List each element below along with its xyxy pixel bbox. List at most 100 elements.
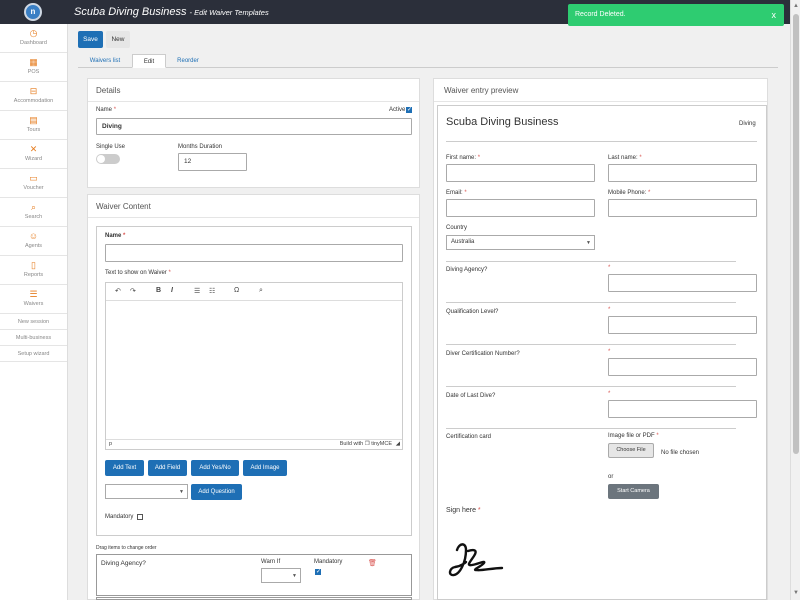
sidebar-item-setup-wizard[interactable]: Setup wizard	[0, 346, 67, 362]
sidebar-item-label: Dashboard	[20, 40, 47, 46]
tab-bar: Waivers list Edit Reorder	[78, 54, 778, 68]
sidebar-item-pos[interactable]: ▦ POS	[0, 53, 67, 82]
bold-icon[interactable]: B	[156, 287, 161, 294]
mandatory-checkbox[interactable]	[137, 514, 143, 520]
warn-if-label: Warn If	[261, 559, 281, 565]
preview-title: Waiver entry preview	[444, 86, 519, 95]
search-replace-icon[interactable]: ⌕	[259, 287, 263, 295]
months-duration-label: Months Duration	[178, 144, 223, 150]
months-duration-field[interactable]: 12	[178, 153, 247, 171]
signature-pad[interactable]	[446, 538, 510, 586]
first-name-field[interactable]	[446, 164, 595, 182]
undo-icon[interactable]: ↶	[115, 287, 121, 295]
tab-reorder[interactable]: Reorder	[166, 54, 210, 68]
diving-agency-field[interactable]	[608, 274, 757, 292]
email-field[interactable]	[446, 199, 595, 217]
pos-icon: ▦	[29, 57, 38, 67]
editor-path: p	[109, 441, 113, 447]
sidebar-item-label: Search	[24, 214, 43, 220]
sidebar-item-accommodation[interactable]: ⊟ Accommodation	[0, 82, 67, 111]
search-icon: ⌕	[30, 202, 37, 212]
sidebar-item-new-session[interactable]: New session	[0, 314, 67, 330]
choose-file-button[interactable]: Choose File	[608, 443, 654, 458]
sidebar-item-label: Waivers	[23, 301, 44, 307]
active-checkbox[interactable]	[406, 106, 412, 113]
sidebar-item-label: Wizard	[24, 156, 43, 162]
certification-card-label: Certification card	[446, 434, 492, 440]
scroll-down-icon[interactable]: ▼	[793, 590, 799, 596]
sidebar-item-dashboard[interactable]: ◷ Dashboard	[0, 24, 67, 53]
waivers-icon: ☰	[29, 289, 38, 299]
sidebar-item-reports[interactable]: ▯ Reports	[0, 256, 67, 285]
first-name-label: First name: *	[446, 155, 481, 161]
certification-number-field[interactable]	[608, 358, 757, 376]
start-camera-button[interactable]: Start Camera	[608, 484, 659, 499]
numbered-list-icon[interactable]: ☷	[209, 287, 215, 295]
sidebar: ◷ Dashboard ▦ POS ⊟ Accommodation ▤ Tours ✕ W…	[0, 24, 68, 600]
sidebar-item-multi-business[interactable]: Multi-business	[0, 330, 67, 346]
save-button[interactable]: Save	[78, 31, 103, 48]
add-image-button[interactable]: Add Image	[243, 460, 287, 476]
sidebar-item-label: Tours	[26, 127, 41, 133]
preview-template-name: Diving	[739, 121, 756, 127]
qualification-level-field[interactable]	[608, 316, 757, 334]
email-label: Email: *	[446, 190, 467, 196]
sidebar-item-agents[interactable]: ☺ Agents	[0, 227, 67, 256]
page-scrollbar[interactable]: ▲ ▼	[790, 0, 800, 600]
delete-icon[interactable]: 🗑	[368, 559, 377, 567]
sidebar-item-tours[interactable]: ▤ Tours	[0, 111, 67, 140]
page-title: Scuba Diving Business - Edit Waiver Templ…	[74, 6, 269, 18]
sidebar-item-waivers[interactable]: ☰ Waivers	[0, 285, 67, 314]
question-last-dive-date: Date of Last Dive?	[446, 393, 496, 399]
country-select[interactable]: Australia ▼	[446, 235, 595, 250]
question-diving-agency: Diving Agency?	[446, 267, 488, 273]
item-mandatory-checkbox[interactable]	[315, 568, 321, 575]
warn-if-select[interactable]: ▼	[261, 568, 301, 583]
content-name-label: Name *	[105, 233, 126, 239]
scrollbar-thumb[interactable]	[793, 14, 799, 454]
editor-toolbar: ↶ ↷ B I ☰ ☷ Ω ⌕	[106, 283, 402, 301]
chevron-down-icon: ▼	[179, 489, 184, 495]
rich-text-editor[interactable]: ↶ ↷ B I ☰ ☷ Ω ⌕ p Build with ❐ tinyMCE ◢	[105, 282, 403, 450]
bullet-list-icon[interactable]: ☰	[194, 287, 200, 295]
details-title: Details	[96, 86, 121, 95]
sidebar-item-wizard[interactable]: ✕ Wizard	[0, 140, 67, 169]
question-certification-number: Diver Certification Number?	[446, 351, 520, 357]
wizard-icon: ✕	[29, 144, 38, 154]
scroll-up-icon[interactable]: ▲	[793, 3, 799, 9]
content-name-field[interactable]	[105, 244, 403, 262]
sidebar-item-voucher[interactable]: ▭ Voucher	[0, 169, 67, 198]
agents-icon: ☺	[28, 231, 39, 241]
business-name: Scuba Diving Business	[74, 6, 187, 18]
add-field-button[interactable]: Add Field	[148, 460, 187, 476]
tab-edit[interactable]: Edit	[132, 54, 166, 68]
or-label: or	[608, 474, 614, 480]
bed-icon: ⊟	[29, 86, 38, 96]
add-yes-no-button[interactable]: Add Yes/No	[191, 460, 239, 476]
tab-waivers-list[interactable]: Waivers list	[78, 54, 132, 68]
preview-business-name: Scuba Diving Business	[446, 116, 559, 128]
mobile-phone-field[interactable]	[608, 199, 757, 217]
last-dive-date-field[interactable]	[608, 400, 757, 418]
add-text-button[interactable]: Add Text	[105, 460, 144, 476]
app-logo[interactable]: n	[24, 3, 42, 21]
resize-handle-icon[interactable]: ◢	[396, 441, 400, 447]
sign-here-label: Sign here *	[446, 507, 481, 514]
sidebar-item-search[interactable]: ⌕ Search	[0, 198, 67, 227]
last-name-field[interactable]	[608, 164, 757, 182]
toast-close-button[interactable]: x	[772, 10, 777, 20]
question-qualification-level: Qualification Level?	[446, 309, 499, 315]
question-select[interactable]: ▼	[105, 484, 188, 499]
redo-icon[interactable]: ↷	[130, 287, 136, 295]
last-name-label: Last name: *	[608, 155, 642, 161]
sidebar-item-label: Accommodation	[13, 98, 54, 104]
chevron-down-icon: ▼	[586, 240, 591, 246]
special-character-icon[interactable]: Ω	[234, 287, 239, 294]
mandatory-label: Mandatory	[105, 514, 134, 520]
waiver-name-field[interactable]: Diving	[96, 118, 412, 135]
italic-icon[interactable]: I	[171, 287, 173, 294]
new-button[interactable]: New	[106, 31, 130, 48]
tinymce-brand[interactable]: Build with ❐ tinyMCE	[340, 441, 392, 447]
add-question-button[interactable]: Add Question	[191, 484, 242, 500]
single-use-toggle[interactable]	[96, 154, 120, 164]
